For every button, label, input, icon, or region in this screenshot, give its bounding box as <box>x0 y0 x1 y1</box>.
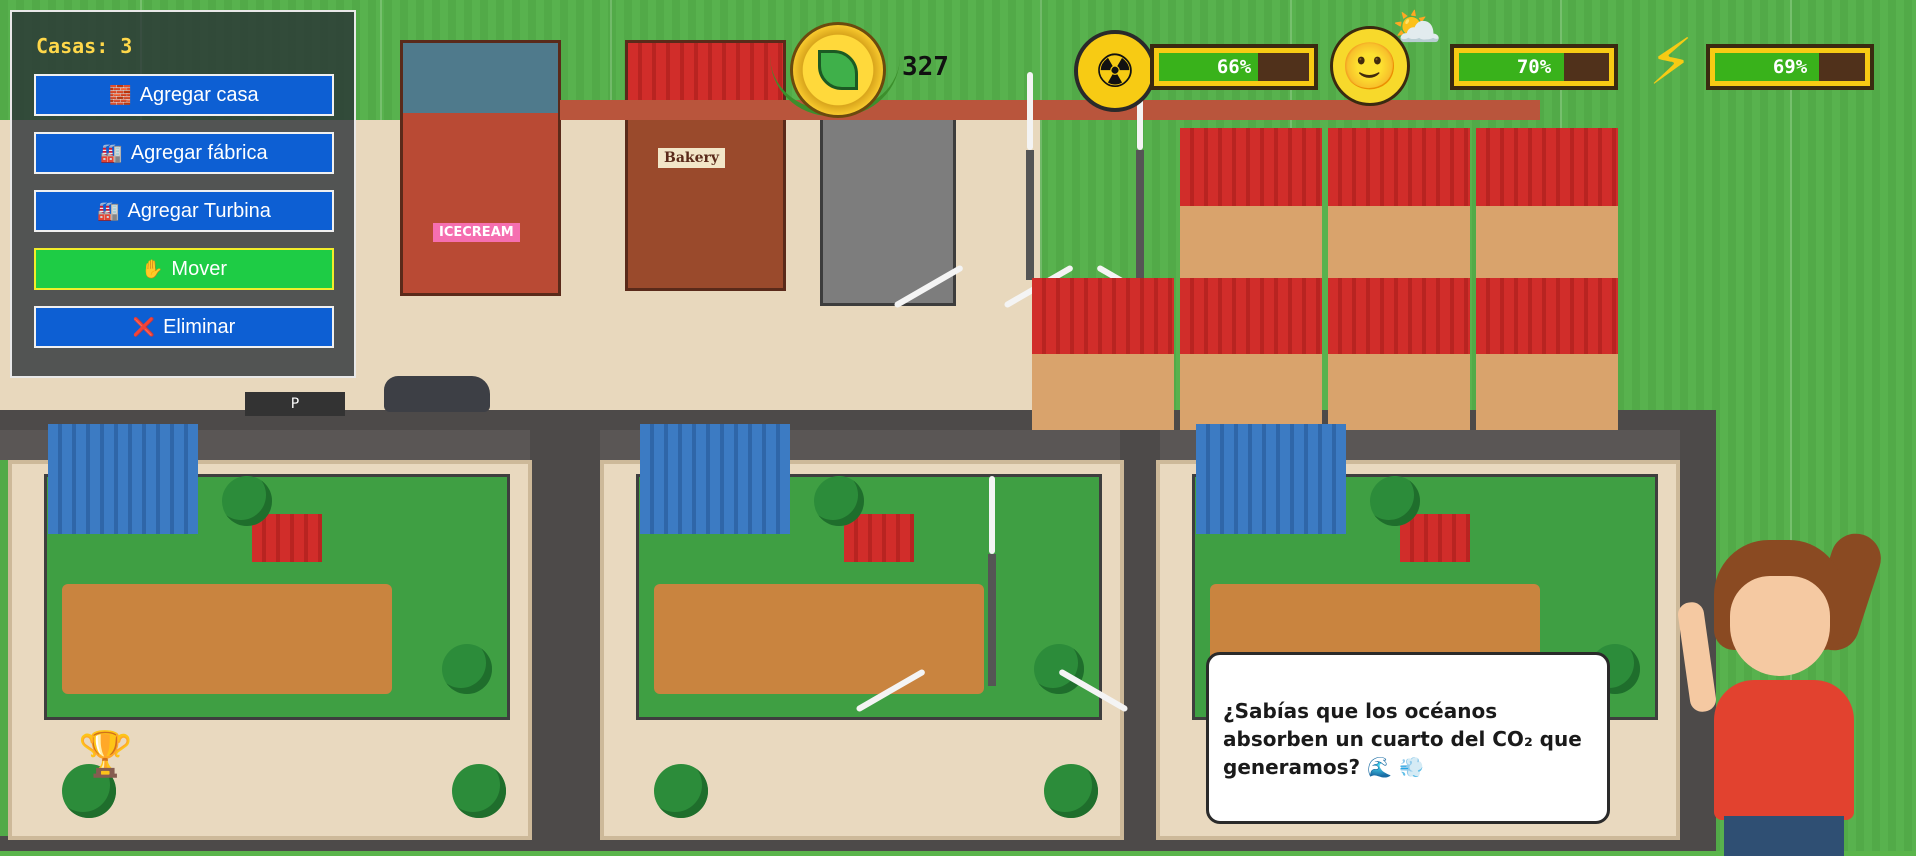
bakery-sign: Bakery <box>658 148 726 168</box>
character-face <box>1730 576 1830 676</box>
tree <box>442 644 492 694</box>
bakery-shop[interactable]: Bakery <box>625 40 786 291</box>
red-house[interactable] <box>1328 278 1470 430</box>
blue-roof-house[interactable] <box>640 424 790 534</box>
pollution-value: 66% <box>1216 56 1252 78</box>
close-icon: ❌ <box>132 316 156 337</box>
guide-character <box>1676 527 1888 856</box>
pollution-track: 66% <box>1159 53 1309 81</box>
icecream-sign: ICECREAM <box>433 223 520 242</box>
turbine-blade <box>989 476 995 554</box>
house-lot-1[interactable] <box>8 424 532 840</box>
energy-value: 69% <box>1772 56 1808 78</box>
sun-cloud-icon: ⛅ <box>1392 5 1442 51</box>
tree <box>1044 764 1098 818</box>
fact-text: ¿Sabías que los océanos absorben un cuar… <box>1223 699 1582 779</box>
energy-track: 69% <box>1715 53 1865 81</box>
house-lot-2[interactable] <box>600 424 1124 840</box>
doghouse <box>844 514 914 562</box>
house-wall <box>1032 354 1174 430</box>
add-house-button[interactable]: 🧱 Agregar casa <box>34 74 334 116</box>
move-button[interactable]: ✋ Mover <box>34 248 334 290</box>
trophy-icon[interactable]: 🏆 <box>78 728 133 780</box>
add-factory-label: Agregar fábrica <box>130 141 268 164</box>
energy-bar: 69% <box>1706 44 1874 90</box>
side-road-1 <box>530 430 600 851</box>
happiness-value: 70% <box>1516 56 1552 78</box>
turbine-blade <box>1027 72 1033 150</box>
factory-icon: 🏭 <box>97 200 120 221</box>
blue-roof-house[interactable] <box>48 424 198 534</box>
character-shirt <box>1714 680 1854 820</box>
house-wall <box>1328 206 1470 283</box>
happiness-track: 70% <box>1459 53 1609 81</box>
add-factory-button[interactable]: 🏭 Agregar fábrica <box>34 132 334 174</box>
lightning-icon: ⚡ <box>1648 26 1694 100</box>
red-house[interactable] <box>1476 278 1618 430</box>
delete-button[interactable]: ❌ Eliminar <box>34 306 334 348</box>
wind-turbine[interactable] <box>855 476 1129 713</box>
factory-icon: 🏭 <box>100 142 123 163</box>
red-house[interactable] <box>1476 128 1618 283</box>
house-wall <box>1476 354 1618 430</box>
house-roof <box>1328 278 1470 354</box>
eco-coin-icon <box>790 22 886 118</box>
car[interactable] <box>384 376 490 412</box>
fact-bubble: ¿Sabías que los océanos absorben un cuar… <box>1206 652 1610 824</box>
parking-sign: P <box>245 392 345 416</box>
leaf-icon <box>818 50 858 90</box>
character-jeans <box>1724 816 1844 856</box>
hand-icon: ✋ <box>141 258 164 279</box>
dirt-path <box>654 584 984 694</box>
tree <box>1034 644 1084 694</box>
turbine-pole <box>988 554 996 686</box>
tree <box>1370 476 1420 526</box>
turbine-pole <box>1026 150 1034 280</box>
wind-turbine[interactable] <box>1003 72 1277 309</box>
blue-roof-house[interactable] <box>1196 424 1346 534</box>
tree <box>814 476 864 526</box>
red-house[interactable] <box>1180 128 1322 283</box>
house-roof <box>1032 278 1174 354</box>
add-turbine-label: Agregar Turbina <box>127 199 271 222</box>
red-house[interactable] <box>1328 128 1470 283</box>
wind-turbine[interactable] <box>893 70 1167 309</box>
add-house-label: Agregar casa <box>139 83 259 106</box>
move-label: Mover <box>171 257 227 280</box>
house-wall <box>1180 354 1322 430</box>
add-turbine-button[interactable]: 🏭 Agregar Turbina <box>34 190 334 232</box>
house-wall <box>1180 206 1322 283</box>
house-roof <box>1180 128 1322 206</box>
red-house[interactable] <box>1180 278 1322 430</box>
doghouse <box>252 514 322 562</box>
doghouse <box>1400 514 1470 562</box>
happiness-bar: 70% <box>1450 44 1618 90</box>
turbine-pole <box>1136 150 1144 280</box>
road-lane <box>0 430 1716 460</box>
house-roof <box>1180 278 1322 354</box>
coins-value: 327 <box>902 52 949 82</box>
brick-icon: 🧱 <box>109 84 132 105</box>
tree <box>222 476 272 526</box>
side-road-2 <box>1120 430 1160 851</box>
tree <box>654 764 708 818</box>
house-wall <box>1328 354 1470 430</box>
build-panel: Casas: 3 🧱 Agregar casa 🏭 Agregar fábric… <box>10 10 356 378</box>
delete-label: Eliminar <box>163 315 236 338</box>
house-wall <box>1476 206 1618 283</box>
character-arm <box>1676 600 1718 714</box>
red-house[interactable] <box>1032 278 1174 430</box>
pollution-bar: 66% <box>1150 44 1318 90</box>
house-roof <box>1328 128 1470 206</box>
house-roof <box>1476 128 1618 206</box>
factory-building[interactable] <box>820 100 956 306</box>
shop-roof <box>403 43 558 113</box>
dirt-path <box>62 584 392 694</box>
bakery-wall <box>628 113 783 288</box>
ice-cream-shop[interactable]: ICECREAM <box>400 40 561 296</box>
tree <box>452 764 506 818</box>
radiation-icon: ☢ <box>1074 30 1156 112</box>
house-roof <box>1476 278 1618 354</box>
houses-count: Casas: 3 <box>36 34 133 58</box>
